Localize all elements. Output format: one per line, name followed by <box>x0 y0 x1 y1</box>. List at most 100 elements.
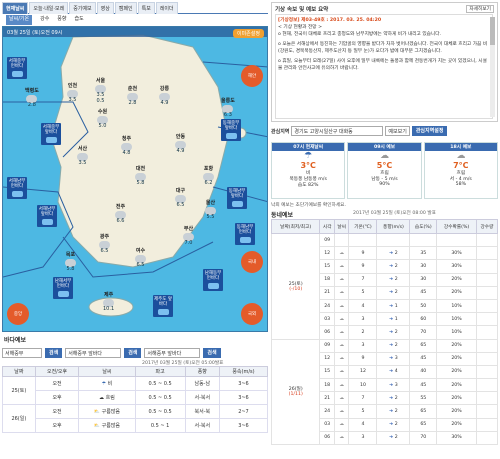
side-button-overseas[interactable]: 국외 <box>241 303 263 325</box>
row-temp: 9 <box>348 351 378 366</box>
city-gwangju[interactable]: 광주 6.5 <box>99 234 110 255</box>
subtab-weather[interactable]: 날씨/기온 <box>6 15 33 25</box>
cloud-icon: ☁ <box>456 151 466 161</box>
city-chuncheon[interactable]: 춘천 2.8 <box>127 86 138 107</box>
row-temp: 10 <box>348 378 378 393</box>
row-wind: ➜ 4 <box>376 364 411 380</box>
city-ulsan[interactable]: 울산 5.5 <box>205 200 216 221</box>
bulletin-box: 기상 속보 및 예보 요약 자세히보기 [기상정보] 제03-49호 : 201… <box>271 2 498 122</box>
city-mokpo[interactable]: 목포 5.8 <box>65 252 76 273</box>
row-direction: 서-북서 <box>184 390 220 405</box>
set-area-button[interactable]: 관심지역설정 <box>411 126 448 136</box>
more-button[interactable]: 자세히보기 <box>466 5 494 13</box>
side-label: 해안 <box>247 74 257 79</box>
sea-east-south-far[interactable]: 동해남부 먼바다 <box>235 223 255 245</box>
row-precip <box>475 430 499 446</box>
village-forecast-title: 동네예보 <box>271 212 294 219</box>
subtab-wind[interactable]: 풍향 <box>57 15 66 25</box>
city-ulleungdo[interactable]: 울릉도 6.3 <box>221 98 235 119</box>
sea-east-south-near[interactable]: 동해남부 앞바다 <box>227 187 247 209</box>
right-panel: 기상 속보 및 예보 요약 자세히보기 [기상정보] 제03-49호 : 201… <box>270 2 499 457</box>
subtab-rain[interactable]: 강수 <box>40 15 49 25</box>
sea-southwest-far[interactable]: 남해서부 먼바다 <box>53 277 73 299</box>
city-busan[interactable]: 부산 7.0 <box>183 226 194 247</box>
sea-search-button-1[interactable]: 검색 <box>45 348 63 358</box>
sea-south-near[interactable]: 서해남부 앞바다 <box>37 205 57 227</box>
weather-map[interactable]: 03월 25일 (토)오전 09시 이미존설정 서울 3.5 0.5 인천 3.5 수… <box>2 26 268 332</box>
tab-video[interactable]: 영상 <box>96 2 114 14</box>
row-temp: 3 <box>348 312 378 327</box>
bulletin-scrollbar[interactable] <box>490 17 495 117</box>
wave-icon <box>207 282 219 289</box>
row-precip <box>475 232 499 248</box>
subtab-humidity[interactable]: 습도 <box>75 15 84 25</box>
row-weather-icon: ☁ <box>333 298 350 314</box>
row-temp: 5 <box>348 285 378 300</box>
sea-search-button-2[interactable]: 검색 <box>124 348 142 358</box>
tab-campaign[interactable]: 캠페인 <box>114 2 137 14</box>
city-incheon[interactable]: 인천 3.5 <box>67 83 78 104</box>
row-wind: ➜ 3 <box>376 351 411 366</box>
sea-central-far[interactable]: 서해중부 먼바다 <box>7 57 27 79</box>
city-name: 대전 <box>135 166 146 172</box>
row-precip-prob: 10% <box>436 312 477 327</box>
sea-jeju-near[interactable]: 제주도 앞바다 <box>153 295 173 317</box>
sea-search-button-3[interactable]: 검색 <box>203 348 221 358</box>
sea-south-far[interactable]: 서해남부 먼바다 <box>7 177 27 199</box>
cloud-icon: ☁ <box>379 151 389 161</box>
card-current: 07시 현재날씨 ☂ 3°C 비 북동풍 남동풍 m/s 습도 82% <box>271 142 346 199</box>
city-value: 5.5 <box>206 213 215 220</box>
row-precip-prob <box>436 232 477 248</box>
sea-forecast-title: 바다예보 <box>4 337 27 344</box>
city-daegu[interactable]: 대구 6.5 <box>175 188 186 209</box>
sea-select-2[interactable]: 서해중부 앞바다 <box>65 348 122 358</box>
city-suwon[interactable]: 수원 5.0 <box>97 109 108 130</box>
view-forecast-button[interactable]: 예보보기 <box>385 126 410 136</box>
city-jeju[interactable]: 제주 10.1 <box>103 292 114 313</box>
city-seoul[interactable]: 서울 3.5 0.5 <box>95 78 106 104</box>
side-button-central[interactable]: 중앙 <box>7 303 29 325</box>
city-value: 4.9 <box>160 99 169 106</box>
tab-warning[interactable]: 특보 <box>137 2 155 14</box>
city-sub: 0.5 <box>96 97 105 104</box>
city-jeonju[interactable]: 전주 6.6 <box>115 204 126 225</box>
scroll-thumb[interactable] <box>490 17 495 45</box>
col-date: 날짜(최저/최고) <box>270 219 321 234</box>
map-setting-button[interactable]: 이미존설정 <box>232 29 264 38</box>
side-button-domestic[interactable]: 국내 <box>241 251 263 273</box>
city-seosan[interactable]: 서산 3.5 <box>77 146 88 167</box>
wind-speed: 2 <box>394 422 398 428</box>
city-pohang[interactable]: 포항 6.2 <box>203 166 214 187</box>
sea-central-near[interactable]: 서해중부 앞바다 <box>41 123 61 145</box>
card-temp: 7°C <box>453 161 469 170</box>
tab-today[interactable]: 오늘·내일·모레 <box>29 2 69 14</box>
city-value: 4.8 <box>122 149 131 156</box>
partly-cloudy-icon: ⛅ <box>93 409 101 415</box>
area-select[interactable]: 경기도 고양시일산구 대화동 <box>291 126 384 136</box>
sea-select-3[interactable]: 서해중부 앞바다 <box>144 348 201 358</box>
side-button-coast[interactable]: 해안 <box>241 65 263 87</box>
city-andong[interactable]: 안동 4.9 <box>175 134 186 155</box>
sea-east-central[interactable]: 동해중부 앞바다 <box>221 119 241 141</box>
row-weather-icon <box>333 232 350 248</box>
tab-mid[interactable]: 중기예보 <box>69 2 96 14</box>
city-daejeon[interactable]: 대전 5.8 <box>135 166 146 187</box>
row-weather-icon: ☁ <box>333 430 350 446</box>
weather-text: 구름많음 <box>101 409 121 415</box>
row-wind: ➜ 1 <box>376 312 411 327</box>
sea-select-1[interactable]: 서해중부 <box>2 348 42 358</box>
city-value: 7.0 <box>184 239 193 246</box>
tab-current[interactable]: 현재날씨 <box>2 2 29 14</box>
city-cheongju[interactable]: 청주 4.8 <box>121 136 132 157</box>
wave-icon <box>45 136 57 143</box>
row-time: 15 <box>319 259 335 274</box>
tab-radar[interactable]: 레이더 <box>155 2 178 14</box>
sea-southeast-far[interactable]: 남해동부 먼바다 <box>203 269 223 291</box>
side-label: 국외 <box>247 312 257 317</box>
row-wave: 0.5 ~ 0.5 <box>134 376 186 391</box>
city-gangneung[interactable]: 강릉 4.9 <box>159 86 170 107</box>
city-baengnyeongdo[interactable]: 백령도 2.8 <box>25 88 39 109</box>
city-yeosu[interactable]: 여수 6.5 <box>135 248 146 269</box>
city-name: 포항 <box>203 166 214 172</box>
row-wind: ➜ 2 <box>376 259 411 274</box>
